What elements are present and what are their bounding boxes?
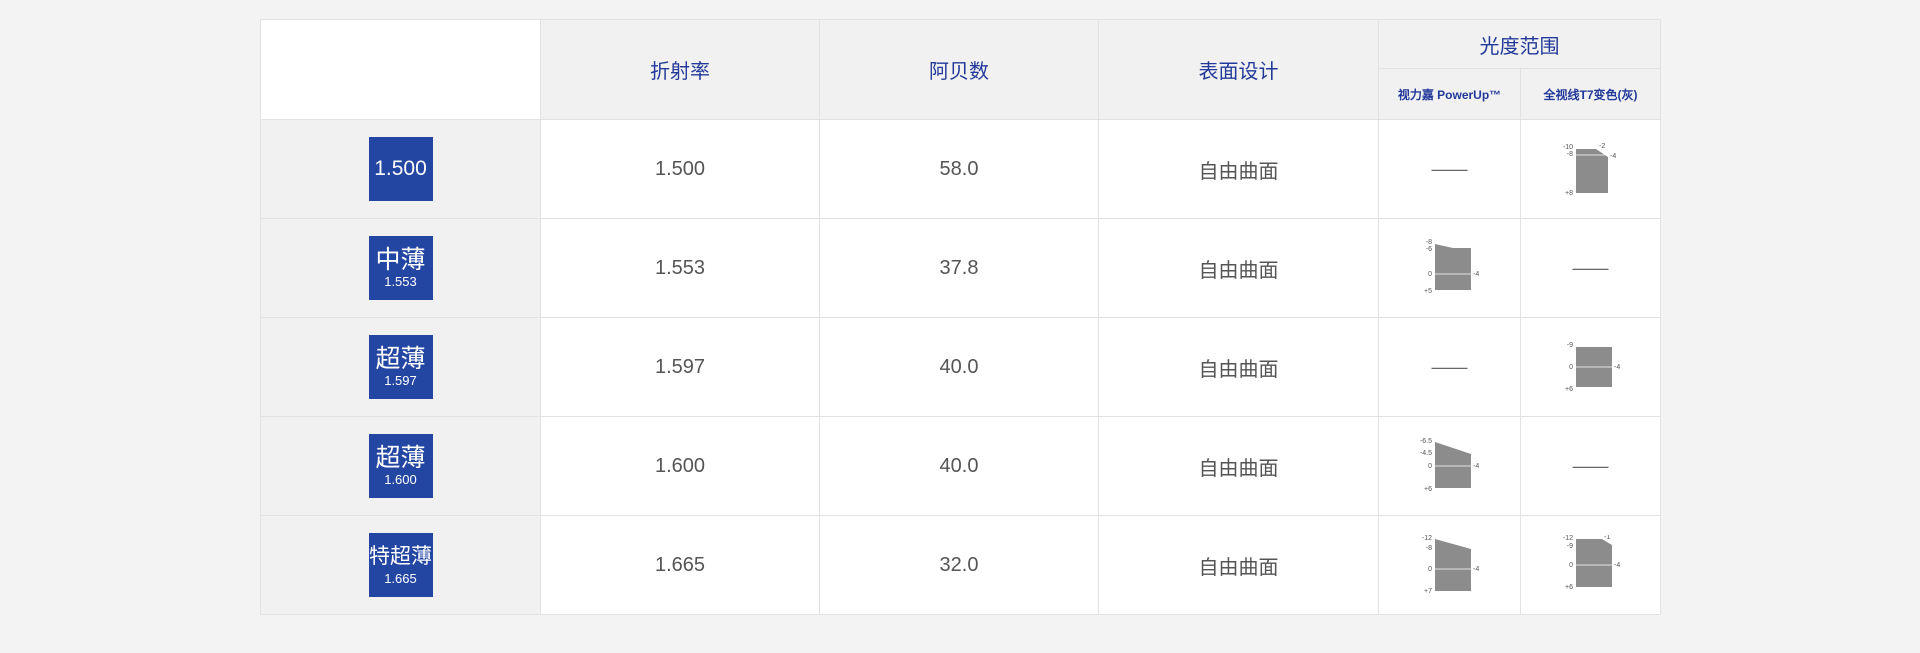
table-row: 特超薄 1.665 1.665 32.0 自由曲面 -12 -8 0 +7 -4 bbox=[260, 515, 1661, 615]
surface-value: 自由曲面 bbox=[1098, 119, 1379, 219]
lens-label-cell: 超薄 1.597 bbox=[260, 317, 541, 417]
header-surface-design: 表面设计 bbox=[1098, 19, 1379, 120]
diagram-label: -10 bbox=[1562, 144, 1572, 151]
diagram-label: +7 bbox=[1424, 588, 1432, 595]
diagram-label: +6 bbox=[1565, 584, 1573, 591]
t7-range-cell: -10 -8 +8 -2 -4 bbox=[1520, 119, 1661, 219]
badge-main-text: 中薄 bbox=[375, 246, 426, 274]
diagram-label: -8 bbox=[1425, 545, 1431, 552]
diagram-label: 0 bbox=[1569, 364, 1573, 371]
refractive-value: 1.600 bbox=[540, 416, 820, 516]
lens-label-cell: 超薄 1.600 bbox=[260, 416, 541, 516]
diagram-label: 0 bbox=[1569, 562, 1573, 569]
lens-label-cell: 特超薄 1.665 bbox=[260, 515, 541, 615]
abbe-value: 40.0 bbox=[819, 317, 1099, 417]
badge-sub-text: 1.600 bbox=[384, 472, 417, 487]
diagram-label: -9 bbox=[1566, 342, 1572, 349]
lens-label-cell: 中薄 1.553 bbox=[260, 218, 541, 318]
header-powerup: 视力嘉 PowerUp™ bbox=[1378, 68, 1521, 120]
badge-sub-text: 1.553 bbox=[384, 274, 417, 289]
abbe-value: 32.0 bbox=[819, 515, 1099, 615]
diagram-label: +8 bbox=[1565, 190, 1573, 197]
diagram-label: 0 bbox=[1428, 271, 1432, 278]
diagram-label: 0 bbox=[1428, 463, 1432, 470]
diagram-label: -9 bbox=[1566, 543, 1572, 550]
badge-main-text: 超薄 bbox=[375, 444, 426, 472]
t7-range-diagram: -10 -8 +8 -2 -4 bbox=[1562, 143, 1616, 197]
diagram-label: -4 bbox=[1473, 271, 1479, 278]
diagram-label: -4 bbox=[1610, 153, 1616, 160]
t7-dash: —— bbox=[1520, 218, 1661, 318]
lens-badge: 超薄 1.600 bbox=[368, 434, 433, 498]
diagram-label: -4 bbox=[1614, 364, 1620, 371]
diagram-label: -6 bbox=[1425, 246, 1431, 253]
surface-value: 自由曲面 bbox=[1098, 515, 1379, 615]
diagram-label: -4 bbox=[1473, 566, 1479, 573]
refractive-value: 1.553 bbox=[540, 218, 820, 318]
diagram-label: -12 bbox=[1562, 535, 1572, 542]
diagram-label: -12 bbox=[1421, 535, 1431, 542]
badge-main-text: 1.500 bbox=[374, 157, 427, 180]
header-power-range: 光度范围 bbox=[1378, 19, 1661, 69]
diagram-label: -4.5 bbox=[1419, 450, 1431, 457]
lens-badge: 中薄 1.553 bbox=[368, 236, 433, 300]
powerup-range-cell: -12 -8 0 +7 -4 bbox=[1378, 515, 1521, 615]
t7-range-diagram: -12 -9 0 +6 -1 -4 bbox=[1562, 535, 1620, 591]
badge-sub-text: 1.597 bbox=[384, 373, 417, 388]
powerup-dash: —— bbox=[1378, 119, 1521, 219]
diagram-label: +6 bbox=[1565, 386, 1573, 393]
refractive-value: 1.500 bbox=[540, 119, 820, 219]
t7-range-diagram: -9 0 +6 -4 bbox=[1565, 342, 1620, 393]
powerup-range-cell: -8 -6 0 +5 -4 bbox=[1378, 218, 1521, 318]
header-corner-blank bbox=[260, 19, 541, 120]
abbe-value: 37.8 bbox=[819, 218, 1099, 318]
diagram-label: -1 bbox=[1604, 535, 1610, 541]
header-abbe-number: 阿贝数 bbox=[819, 19, 1099, 120]
refractive-value: 1.665 bbox=[540, 515, 820, 615]
diagram-label: -6.5 bbox=[1419, 438, 1431, 445]
table-row: 1.500 1.500 58.0 自由曲面 —— -10 -8 +8 -2 -4 bbox=[260, 119, 1661, 219]
surface-value: 自由曲面 bbox=[1098, 317, 1379, 417]
header-refractive-index: 折射率 bbox=[540, 19, 820, 120]
lens-badge: 超薄 1.597 bbox=[368, 335, 433, 399]
surface-value: 自由曲面 bbox=[1098, 218, 1379, 318]
badge-sub-text: 1.665 bbox=[384, 571, 417, 586]
diagram-label: -8 bbox=[1425, 239, 1431, 246]
badge-main-text: 超薄 bbox=[375, 345, 426, 373]
header-t7-photochromic: 全视线T7变色(灰) bbox=[1520, 68, 1661, 120]
t7-range-cell: -12 -9 0 +6 -1 -4 bbox=[1520, 515, 1661, 615]
diagram-label: -2 bbox=[1599, 143, 1605, 150]
abbe-value: 40.0 bbox=[819, 416, 1099, 516]
surface-value: 自由曲面 bbox=[1098, 416, 1379, 516]
lens-spec-table: 折射率 阿贝数 表面设计 光度范围 视力嘉 PowerUp™ 全视线T7变色(灰… bbox=[260, 19, 1661, 615]
powerup-range-diagram: -12 -8 0 +7 -4 bbox=[1421, 535, 1479, 595]
table-row: 超薄 1.600 1.600 40.0 自由曲面 -6.5 -4.5 0 +6 … bbox=[260, 416, 1661, 516]
powerup-range-diagram: -6.5 -4.5 0 +6 -4 bbox=[1419, 438, 1479, 493]
lens-badge: 1.500 bbox=[368, 137, 433, 201]
diagram-label: +5 bbox=[1424, 288, 1432, 295]
refractive-value: 1.597 bbox=[540, 317, 820, 417]
diagram-label: 0 bbox=[1428, 566, 1432, 573]
t7-dash: —— bbox=[1520, 416, 1661, 516]
diagram-label: -8 bbox=[1566, 151, 1572, 158]
table-row: 中薄 1.553 1.553 37.8 自由曲面 -8 -6 0 +5 -4 —… bbox=[260, 218, 1661, 318]
diagram-label: -4 bbox=[1473, 463, 1479, 470]
spec-table-container: 折射率 阿贝数 表面设计 光度范围 视力嘉 PowerUp™ 全视线T7变色(灰… bbox=[260, 19, 1661, 615]
diagram-label: -4 bbox=[1614, 562, 1620, 569]
powerup-range-cell: -6.5 -4.5 0 +6 -4 bbox=[1378, 416, 1521, 516]
table-row: 超薄 1.597 1.597 40.0 自由曲面 —— -9 0 +6 -4 bbox=[260, 317, 1661, 417]
powerup-dash: —— bbox=[1378, 317, 1521, 417]
lens-badge: 特超薄 1.665 bbox=[368, 533, 433, 597]
abbe-value: 58.0 bbox=[819, 119, 1099, 219]
badge-main-text: 特超薄 bbox=[369, 545, 432, 568]
t7-range-cell: -9 0 +6 -4 bbox=[1520, 317, 1661, 417]
powerup-range-diagram: -8 -6 0 +5 -4 bbox=[1424, 239, 1479, 295]
diagram-label: +6 bbox=[1424, 486, 1432, 493]
lens-label-cell: 1.500 bbox=[260, 119, 541, 219]
